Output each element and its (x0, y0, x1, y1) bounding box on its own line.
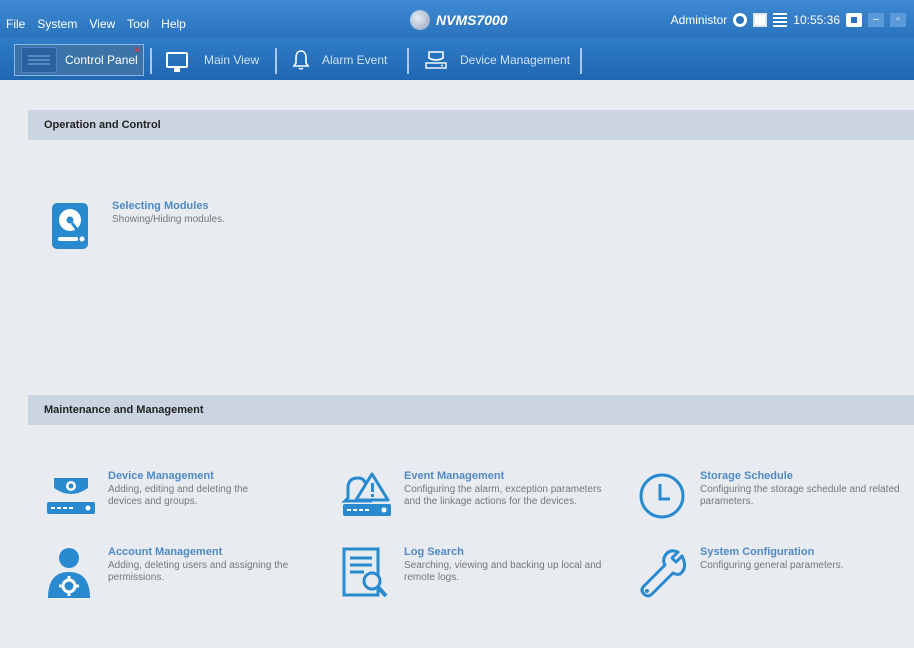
status-area: Administor 10:55:36 – ▫ (671, 13, 906, 27)
wrench-icon (636, 546, 690, 600)
camera-device-icon (44, 470, 98, 524)
module-title: Storage Schedule (700, 470, 793, 482)
tab-alarm-event[interactable]: Alarm Event (292, 44, 387, 76)
cpu-icon[interactable] (753, 13, 768, 27)
tab-control-panel-label: Control Panel (65, 53, 138, 67)
close-mark-icon[interactable]: ✕ (133, 45, 141, 56)
module-event-management[interactable]: Event Management Configuring the alarm, … (340, 470, 610, 524)
module-system-configuration[interactable]: System Configuration Configuring general… (636, 546, 906, 600)
title-bar: File System View Tool Help NVMS7000 Admi… (0, 0, 914, 38)
module-title: Account Management (108, 546, 223, 558)
minimize-button[interactable]: – (868, 13, 884, 27)
tab-separator (275, 48, 277, 74)
module-title: Selecting Modules (112, 200, 209, 212)
module-storage-schedule[interactable]: Storage Schedule Configuring the storage… (636, 470, 906, 524)
module-title: Event Management (404, 470, 505, 482)
module-device-management[interactable]: Device Management Adding, editing and de… (44, 470, 284, 524)
module-description: Configuring the storage schedule and rel… (700, 484, 900, 507)
section-header-maintenance: Maintenance and Management (28, 395, 914, 425)
module-description: Adding, editing and deleting the devices… (108, 484, 249, 507)
tab-bar: Control Panel ✕ Main View Alarm Event De… (0, 38, 914, 80)
tab-device-management-label: Device Management (460, 53, 571, 67)
tab-separator (150, 48, 152, 74)
module-description: Searching, viewing and backing up local … (404, 560, 602, 583)
monitor-icon (166, 52, 188, 72)
module-description: Configuring the alarm, exception paramet… (404, 484, 602, 507)
module-title: Device Management (108, 470, 214, 482)
maximize-button[interactable]: ▫ (890, 13, 906, 27)
module-log-search[interactable]: Log Search Searching, viewing and backin… (340, 546, 610, 600)
menu-system[interactable]: System (37, 17, 77, 31)
menu-help[interactable]: Help (161, 17, 186, 31)
tab-control-panel[interactable]: Control Panel ✕ (14, 44, 144, 76)
clock-icon (636, 470, 690, 524)
menu-view[interactable]: View (89, 17, 115, 31)
user-gear-icon (44, 546, 98, 600)
module-title: Log Search (404, 546, 464, 558)
app-logo-icon (410, 10, 430, 30)
module-selecting-modules[interactable]: Selecting Modules Showing/Hiding modules… (48, 200, 225, 254)
user-name[interactable]: Administor (671, 13, 728, 27)
bell-icon (292, 50, 310, 70)
alarm-device-icon (340, 470, 394, 524)
tab-separator (580, 48, 582, 74)
clock-time: 10:55:36 (793, 13, 840, 27)
hdd-icon[interactable] (773, 13, 788, 27)
module-account-management[interactable]: Account Management Adding, deleting user… (44, 546, 304, 600)
globe-icon[interactable] (733, 13, 748, 27)
tab-main-view[interactable]: Main View (166, 44, 259, 76)
menu-file[interactable]: File (6, 17, 25, 31)
module-description: Adding, deleting users and assigning the… (108, 560, 289, 583)
log-search-icon (340, 546, 394, 600)
tab-separator (407, 48, 409, 74)
tab-alarm-event-label: Alarm Event (322, 53, 388, 67)
section-header-operation: Operation and Control (28, 110, 914, 140)
app-title: NVMS7000 (410, 10, 508, 30)
tab-device-management[interactable]: Device Management (424, 44, 570, 76)
device-icon (425, 51, 447, 69)
app-title-text: NVMS7000 (436, 12, 508, 28)
control-panel-content: Operation and Control Selecting Modules … (8, 80, 914, 648)
control-panel-icon (21, 47, 57, 73)
module-description: Configuring general parameters. (700, 560, 844, 571)
hdd-module-icon (48, 200, 102, 254)
menu-tool[interactable]: Tool (127, 17, 149, 31)
module-title: System Configuration (700, 546, 815, 558)
module-description: Showing/Hiding modules. (112, 214, 225, 225)
lock-icon[interactable] (846, 13, 862, 27)
menu-bar: File System View Tool Help (6, 17, 186, 31)
tab-main-view-label: Main View (204, 53, 260, 67)
